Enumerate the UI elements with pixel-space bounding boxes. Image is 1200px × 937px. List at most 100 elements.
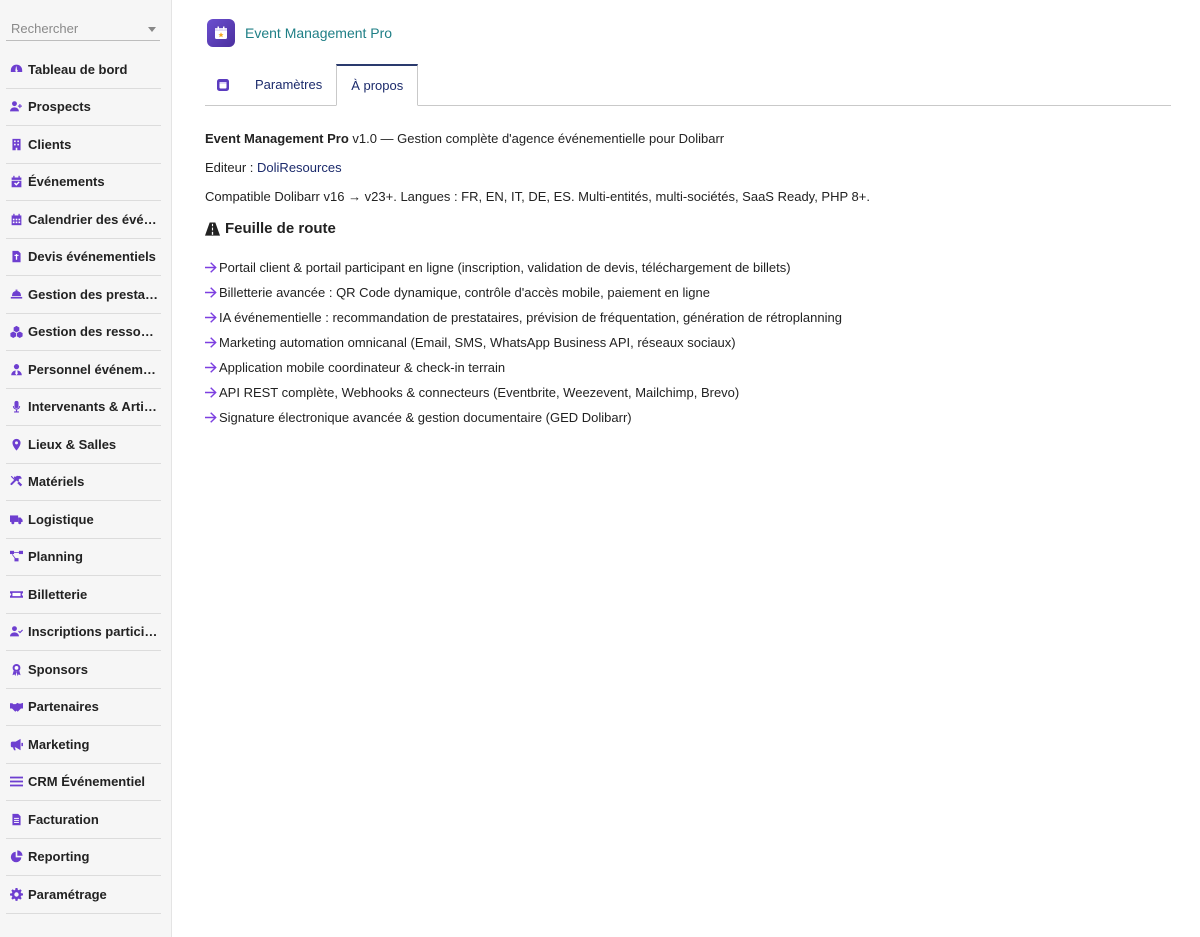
sidebar-item-lieux-salles[interactable]: Lieux & Salles <box>6 426 161 464</box>
product-line: Event Management Pro v1.0 — Gestion comp… <box>205 130 1171 148</box>
arrow-right-icon <box>205 287 219 299</box>
sidebar-item-evenements[interactable]: Événements <box>6 164 161 201</box>
module-icon <box>205 64 241 105</box>
user-plus-icon <box>10 100 28 114</box>
sidebar-item-label: Gestion des ressources <box>28 324 161 340</box>
version-description: v1.0 — Gestion complète d'agence événeme… <box>348 131 725 146</box>
arrow-right-icon <box>205 312 219 324</box>
sidebar-item-label: Événements <box>28 174 105 190</box>
roadmap-item: IA événementielle : recommandation de pr… <box>205 305 1171 330</box>
bullhorn-icon <box>10 737 28 751</box>
gear-icon <box>10 887 28 901</box>
handshake-icon <box>10 700 28 714</box>
sidebar-item-sponsors[interactable]: Sponsors <box>6 651 161 689</box>
truck-icon <box>10 512 28 526</box>
sidebar-item-partenaires[interactable]: Partenaires <box>6 689 161 726</box>
bars-icon <box>10 775 28 789</box>
sidebar-item-marketing[interactable]: Marketing <box>6 726 161 764</box>
sidebar-item-label: Inscriptions participants <box>28 624 161 640</box>
user-check-icon <box>10 625 28 639</box>
roadmap-item: Marketing automation omnicanal (Email, S… <box>205 330 1171 355</box>
file-text-icon <box>10 812 28 826</box>
sidebar-item-billetterie[interactable]: Billetterie <box>6 576 161 614</box>
gauge-icon <box>10 62 28 76</box>
map-marker-icon <box>10 437 28 451</box>
road-icon <box>205 221 220 236</box>
roadmap-item: Billetterie avancée : QR Code dynamique,… <box>205 280 1171 305</box>
chevron-down-icon[interactable] <box>148 27 156 32</box>
compatibility-line: Compatible Dolibarr v16 → v23+. Langues … <box>205 189 870 204</box>
sidebar-item-gestion-des-ressources[interactable]: Gestion des ressources <box>6 314 161 351</box>
roadmap-heading: Feuille de route <box>205 220 1171 237</box>
sidebar-item-calendrier-des-evenements[interactable]: Calendrier des événements <box>6 201 161 239</box>
roadmap-item: Application mobile coordinateur & check-… <box>205 355 1171 380</box>
editor-link[interactable]: DoliResources <box>257 160 342 175</box>
sidebar-item-label: Partenaires <box>28 699 99 715</box>
roadmap-item-text: API REST complète, Webhooks & connecteur… <box>219 385 740 400</box>
sidebar-item-label: Devis événementiels <box>28 249 156 265</box>
roadmap-item-text: Portail client & portail participant en … <box>219 260 791 275</box>
roadmap-item-text: Marketing automation omnicanal (Email, S… <box>219 335 736 350</box>
page-title: Event Management Pro <box>245 25 393 41</box>
arrow-right-icon <box>205 412 219 424</box>
roadmap-item: Portail client & portail participant en … <box>205 255 1171 280</box>
sidebar-item-label: Sponsors <box>28 661 88 677</box>
sidebar-item-label: Reporting <box>28 849 90 865</box>
app-header: Event Management Pro <box>207 19 392 47</box>
sidebar-menu: Tableau de bord Prospects Clients Événement… <box>6 51 161 914</box>
sidebar-item-label: Lieux & Salles <box>28 436 117 452</box>
sidebar-item-planning[interactable]: Planning <box>6 539 161 576</box>
search-input[interactable] <box>6 16 160 40</box>
product-name: Event Management Pro <box>205 131 349 146</box>
search-box[interactable] <box>6 16 160 41</box>
sidebar-item-tableau-de-bord[interactable]: Tableau de bord <box>6 51 161 89</box>
sidebar-item-facturation[interactable]: Facturation <box>6 801 161 839</box>
tab-parametres[interactable]: Paramètres <box>241 64 336 105</box>
editor-label: Editeur : <box>205 160 258 175</box>
file-invoice-icon <box>10 250 28 264</box>
about-content: Event Management Pro v1.0 — Gestion comp… <box>205 130 1171 430</box>
sidebar-item-reporting[interactable]: Reporting <box>6 839 161 876</box>
sidebar-item-parametrage[interactable]: Paramétrage <box>6 876 161 914</box>
sidebar-item-inscriptions-participants[interactable]: Inscriptions participants <box>6 614 161 651</box>
sidebar-item-crm-evenementiel[interactable]: CRM Événementiel <box>6 764 161 801</box>
arrow-right-icon <box>205 262 219 274</box>
sidebar-item-label: Intervenants & Artistes <box>28 399 161 415</box>
sidebar-item-label: Logistique <box>28 511 94 527</box>
sidebar-item-label: Billetterie <box>28 586 88 602</box>
sidebar-item-materiels[interactable]: Matériels <box>6 464 161 501</box>
concierge-bell-icon <box>10 287 28 301</box>
calendar-check-icon <box>10 175 28 189</box>
arrow-right-icon <box>205 337 219 349</box>
sidebar-item-gestion-des-prestataires[interactable]: Gestion des prestataires <box>6 276 161 314</box>
sidebar-item-label: Planning <box>28 549 83 565</box>
roadmap-item: API REST complète, Webhooks & connecteur… <box>205 380 1171 405</box>
editor-line: Editeur : DoliResources <box>205 159 1171 177</box>
roadmap-list: Portail client & portail participant en … <box>205 255 1171 430</box>
sidebar-item-label: Personnel événementiel <box>28 361 161 377</box>
sidebar-item-intervenants-artistes[interactable]: Intervenants & Artistes <box>6 389 161 426</box>
tools-icon <box>10 475 28 489</box>
sidebar-item-label: Facturation <box>28 811 99 827</box>
building-icon <box>10 137 28 151</box>
ticket-icon <box>10 587 28 601</box>
roadmap-item-text: IA événementielle : recommandation de pr… <box>219 310 842 325</box>
sidebar-item-logistique[interactable]: Logistique <box>6 501 161 539</box>
sidebar-item-label: Clients <box>28 136 72 152</box>
sidebar-item-label: Calendrier des événements <box>28 211 161 227</box>
microphone-icon <box>10 400 28 414</box>
calendar-grid-icon <box>10 212 28 226</box>
tab-a-propos[interactable]: À propos <box>336 64 419 106</box>
arrow-right-icon <box>205 387 219 399</box>
sidebar-item-devis-evenementiels[interactable]: Devis événementiels <box>6 239 161 276</box>
sidebar-item-prospects[interactable]: Prospects <box>6 89 161 126</box>
sidebar-item-clients[interactable]: Clients <box>6 126 161 164</box>
calendar-star-icon <box>207 19 235 47</box>
sidebar-item-label: Paramétrage <box>28 886 107 902</box>
roadmap-item-text: Billetterie avancée : QR Code dynamique,… <box>219 285 710 300</box>
sidebar-item-personnel-evenementiel[interactable]: Personnel événementiel <box>6 351 161 389</box>
project-diagram-icon <box>10 550 28 564</box>
roadmap-title: Feuille de route <box>225 220 336 237</box>
sidebar-item-label: Marketing <box>28 736 90 752</box>
tab-bar: Paramètres À propos <box>205 64 1171 106</box>
